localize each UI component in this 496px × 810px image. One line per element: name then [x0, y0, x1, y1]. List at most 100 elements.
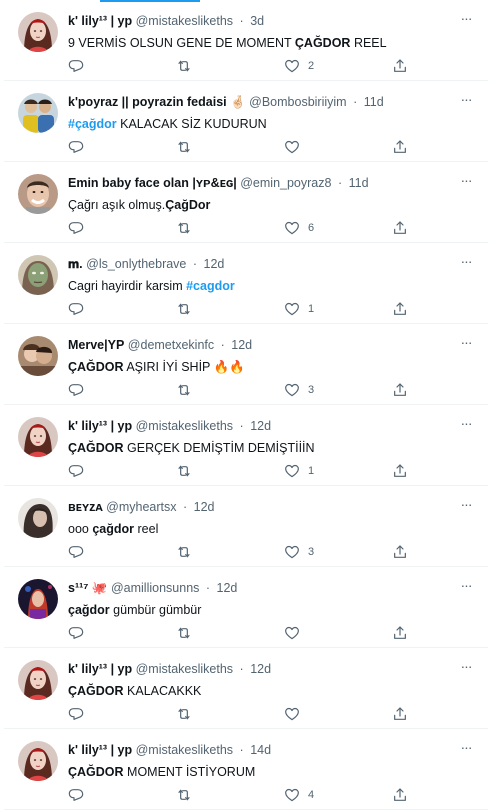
avatar[interactable] — [18, 12, 58, 52]
share-button[interactable] — [392, 57, 408, 75]
user-handle[interactable]: @mistakeslikeths — [136, 662, 233, 676]
display-name[interactable]: k' lily¹³ | yp — [68, 14, 132, 28]
more-dots-icon[interactable]: ··· — [458, 335, 474, 353]
like-button[interactable]: 4 — [284, 786, 314, 804]
user-handle[interactable]: @emin_poyraz8 — [240, 176, 331, 190]
timestamp[interactable]: 12d — [217, 581, 238, 595]
tweet[interactable]: Emin baby face olan |ʏᴘ&ᴇɢ| @emin_poyraz… — [4, 162, 488, 243]
user-handle[interactable]: @Bombosbiriiyim — [249, 95, 346, 109]
share-button[interactable] — [392, 624, 408, 642]
retweet-button[interactable] — [176, 543, 192, 561]
tweet[interactable]: k' lily¹³ | yp @mistakeslikeths · 14d ··… — [4, 729, 488, 810]
retweet-button[interactable] — [176, 57, 192, 75]
user-handle[interactable]: @amillionsunns — [111, 581, 199, 595]
reply-button[interactable] — [68, 786, 84, 804]
reply-button[interactable] — [68, 543, 84, 561]
display-name[interactable]: Emin baby face olan |ʏᴘ&ᴇɢ| — [68, 176, 237, 190]
more-dots-icon[interactable]: ··· — [458, 254, 474, 272]
more-dots-icon[interactable]: ··· — [458, 11, 474, 29]
avatar[interactable] — [18, 660, 58, 700]
user-handle[interactable]: @demetxekinfc — [128, 338, 214, 352]
reply-button[interactable] — [68, 381, 84, 399]
avatar[interactable] — [18, 417, 58, 457]
tweet[interactable]: k'poyraz || poyrazin fedaisi 🤞🏻 @Bombosb… — [4, 81, 488, 162]
retweet-button[interactable] — [176, 705, 192, 723]
avatar[interactable] — [18, 93, 58, 133]
avatar[interactable] — [18, 336, 58, 376]
user-handle[interactable]: @mistakeslikeths — [136, 743, 233, 757]
user-handle[interactable]: @mistakeslikeths — [136, 419, 233, 433]
display-name[interactable]: k' lily¹³ | yp — [68, 743, 132, 757]
tweet[interactable]: k' lily¹³ | yp @mistakeslikeths · 12d ··… — [4, 648, 488, 729]
retweet-button[interactable] — [176, 138, 192, 156]
retweet-button[interactable] — [176, 381, 192, 399]
display-name[interactable]: k' lily¹³ | yp — [68, 419, 132, 433]
timestamp[interactable]: 14d — [250, 743, 271, 757]
tweet[interactable]: k' lily¹³ | yp @mistakeslikeths · 3d ···… — [4, 0, 488, 81]
share-button[interactable] — [392, 381, 408, 399]
tweet[interactable]: Merve|YP @demetxekinfc · 12d ··· ÇAĞDOR … — [4, 324, 488, 405]
retweet-button[interactable] — [176, 300, 192, 318]
share-button[interactable] — [392, 543, 408, 561]
like-button[interactable]: 1 — [284, 300, 314, 318]
tweet[interactable]: 𝐦. @ls_onlythebrave · 12d ··· Cagri hayi… — [4, 243, 488, 324]
user-handle[interactable]: @mistakeslikeths — [136, 14, 233, 28]
timestamp[interactable]: 3d — [250, 14, 264, 28]
more-dots-icon[interactable]: ··· — [458, 659, 474, 677]
more-dots-icon[interactable]: ··· — [458, 416, 474, 434]
hashtag-link[interactable]: #çağdor — [68, 117, 117, 131]
reply-button[interactable] — [68, 138, 84, 156]
more-dots-icon[interactable]: ··· — [458, 497, 474, 515]
like-button[interactable]: 2 — [284, 57, 314, 75]
display-name[interactable]: k' lily¹³ | yp — [68, 662, 132, 676]
avatar[interactable] — [18, 174, 58, 214]
display-name[interactable]: Merve|YP — [68, 338, 124, 352]
share-button[interactable] — [392, 786, 408, 804]
share-button[interactable] — [392, 705, 408, 723]
retweet-button[interactable] — [176, 624, 192, 642]
reply-button[interactable] — [68, 219, 84, 237]
display-name[interactable]: 𝐦. — [68, 257, 83, 271]
like-button[interactable] — [284, 705, 308, 723]
timestamp[interactable]: 12d — [250, 662, 271, 676]
timestamp[interactable]: 12d — [231, 338, 252, 352]
like-button[interactable] — [284, 138, 308, 156]
reply-button[interactable] — [68, 624, 84, 642]
share-button[interactable] — [392, 462, 408, 480]
user-handle[interactable]: @ls_onlythebrave — [86, 257, 186, 271]
more-dots-icon[interactable]: ··· — [458, 173, 474, 191]
hashtag-link[interactable]: #cagdor — [186, 279, 235, 293]
avatar[interactable] — [18, 741, 58, 781]
share-button[interactable] — [392, 219, 408, 237]
tweet[interactable]: s¹¹⁷ 🐙 @amillionsunns · 12d ··· çağdor g… — [4, 567, 488, 648]
like-button[interactable]: 3 — [284, 543, 314, 561]
avatar[interactable] — [18, 498, 58, 538]
reply-button[interactable] — [68, 300, 84, 318]
retweet-button[interactable] — [176, 786, 192, 804]
display-name[interactable]: k'poyraz || poyrazin fedaisi 🤞🏻 — [68, 95, 246, 109]
user-handle[interactable]: @myheartsx — [106, 500, 176, 514]
reply-button[interactable] — [68, 705, 84, 723]
tweet[interactable]: k' lily¹³ | yp @mistakeslikeths · 12d ··… — [4, 405, 488, 486]
share-button[interactable] — [392, 138, 408, 156]
timestamp[interactable]: 12d — [250, 419, 271, 433]
avatar[interactable] — [18, 255, 58, 295]
timestamp[interactable]: 12d — [204, 257, 225, 271]
retweet-button[interactable] — [176, 462, 192, 480]
timestamp[interactable]: 11d — [364, 95, 384, 109]
display-name[interactable]: s¹¹⁷ 🐙 — [68, 581, 107, 595]
reply-button[interactable] — [68, 57, 84, 75]
reply-button[interactable] — [68, 462, 84, 480]
avatar[interactable] — [18, 579, 58, 619]
timestamp[interactable]: 12d — [194, 500, 215, 514]
like-button[interactable]: 1 — [284, 462, 314, 480]
like-button[interactable]: 6 — [284, 219, 314, 237]
more-dots-icon[interactable]: ··· — [458, 92, 474, 110]
like-button[interactable] — [284, 624, 308, 642]
like-button[interactable]: 3 — [284, 381, 314, 399]
timestamp[interactable]: 11d — [349, 176, 369, 190]
more-dots-icon[interactable]: ··· — [458, 740, 474, 758]
display-name[interactable]: ʙᴇʏᴢᴀ — [68, 500, 103, 514]
tweet[interactable]: ʙᴇʏᴢᴀ @myheartsx · 12d ··· ooo çağdor re… — [4, 486, 488, 567]
retweet-button[interactable] — [176, 219, 192, 237]
